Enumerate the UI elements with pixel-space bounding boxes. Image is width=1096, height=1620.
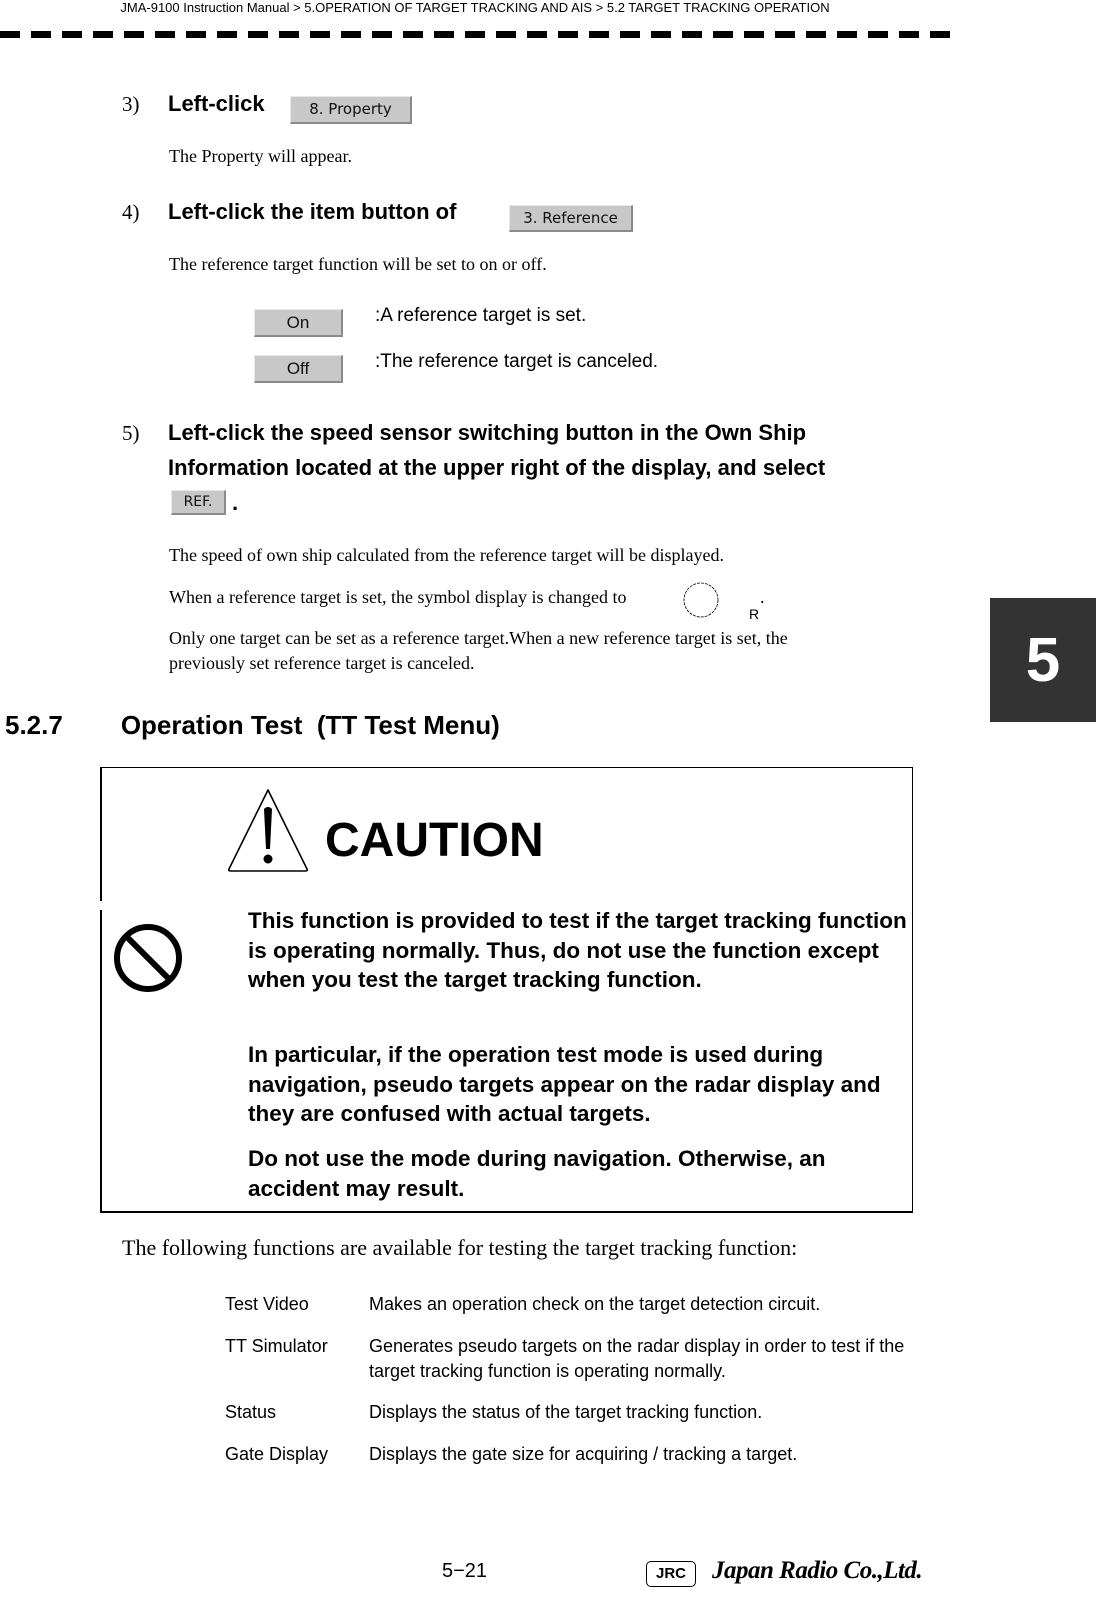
step-5-paragraph-4: previously set reference target is cance…: [169, 653, 475, 673]
company-name: Japan Radio Co.,Ltd.: [712, 1557, 923, 1584]
caution-paragraph-3: Do not use the mode during navigation. O…: [248, 1146, 826, 1201]
step-5-trailing-period: .: [232, 490, 239, 515]
step-5-instruction-line1: Left-click the speed sensor switching bu…: [168, 420, 807, 445]
caution-border-left-lower: [100, 910, 102, 1213]
prohibition-icon: [114, 924, 182, 992]
symbol-trailing-period: .: [760, 587, 765, 607]
header-dashed-rule: [0, 31, 955, 38]
ref-button[interactable]: REF.: [171, 490, 226, 515]
step-5-paragraph-3: Only one target can be set as a referenc…: [169, 628, 788, 648]
function-desc-gate-display: Displays the gate size for acquiring / t…: [369, 1444, 798, 1464]
function-name-status: Status: [225, 1402, 277, 1422]
function-desc-tt-simulator: Generates pseudo targets on the radar di…: [369, 1336, 905, 1381]
page-number: 5−21: [442, 1560, 488, 1582]
caution-box: CAUTION This function is provided to tes…: [100, 767, 913, 1213]
step-5-paragraph-1: The speed of own ship calculated from th…: [169, 545, 724, 565]
reference-target-symbol-icon: [683, 582, 719, 618]
section-heading: 5.2.7 Operation Test (TT Test Menu): [5, 710, 500, 741]
caution-paragraph-1: This function is provided to test if the…: [248, 908, 907, 992]
section-number: 5.2.7: [5, 710, 63, 740]
step-3-number: 3): [122, 92, 140, 116]
function-name-tt-simulator: TT Simulator: [225, 1336, 328, 1356]
caution-border-right: [912, 767, 913, 1213]
reference-button[interactable]: 3. Reference: [509, 205, 633, 232]
chapter-tab: 5: [990, 598, 1096, 722]
caution-paragraph-2: In particular, if the operation test mod…: [248, 1042, 881, 1126]
breadcrumb: JMA-9100 Instruction Manual > 5.OPERATIO…: [120, 0, 830, 15]
off-option-description: :The reference target is canceled.: [375, 351, 659, 372]
reference-symbol-label: R: [749, 606, 760, 622]
warning-triangle-icon: [227, 789, 309, 872]
function-name-gate-display: Gate Display: [225, 1444, 329, 1464]
caution-border-top: [100, 767, 913, 768]
step-5-instruction-line2: Information located at the upper right o…: [168, 455, 826, 480]
caution-border-left-upper: [100, 767, 102, 901]
function-name-test-video: Test Video: [225, 1294, 309, 1314]
step-4-number: 4): [122, 200, 140, 224]
step-5-number: 5): [122, 421, 140, 445]
function-desc-status: Displays the status of the target tracki…: [369, 1402, 763, 1422]
step-4-description: The reference target function will be se…: [169, 254, 547, 274]
step-5-paragraph-2: When a reference target is set, the symb…: [169, 587, 627, 607]
functions-intro: The following functions are available fo…: [122, 1235, 798, 1260]
on-button[interactable]: On: [254, 309, 343, 337]
property-button[interactable]: 8. Property: [290, 96, 412, 124]
caution-title: CAUTION: [325, 814, 544, 867]
section-title: Operation Test (TT Test Menu): [120, 710, 500, 740]
step-3-instruction: Left-click: [168, 91, 265, 116]
off-button[interactable]: Off: [254, 355, 343, 383]
step-3-description: The Property will appear.: [169, 146, 352, 166]
function-desc-test-video: Makes an operation check on the target d…: [369, 1294, 821, 1314]
jrc-logo: JRC: [646, 1561, 696, 1587]
step-4-instruction: Left-click the item button of: [168, 199, 457, 224]
on-option-description: :A reference target is set.: [375, 305, 587, 326]
caution-border-bottom: [100, 1211, 913, 1213]
